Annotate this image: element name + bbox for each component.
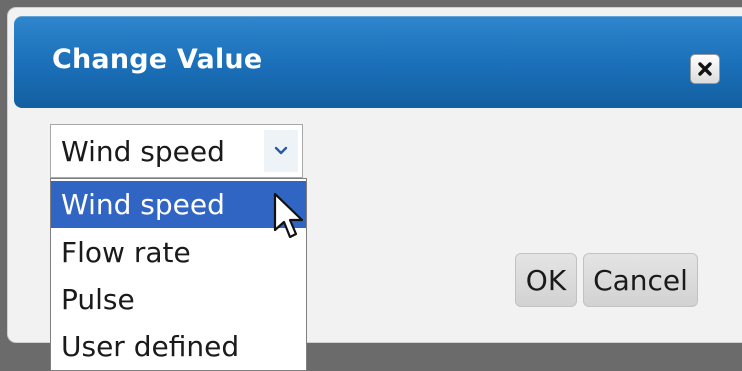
- close-button[interactable]: [690, 54, 720, 84]
- chevron-down-icon: [274, 146, 288, 155]
- ok-button[interactable]: OK: [515, 253, 577, 307]
- value-type-select[interactable]: Wind speed: [50, 124, 303, 178]
- option-pulse[interactable]: Pulse: [51, 276, 306, 323]
- option-flow-rate[interactable]: Flow rate: [51, 229, 306, 276]
- close-icon: [698, 62, 712, 76]
- dialog-titlebar: Change Value: [14, 16, 742, 108]
- mouse-pointer-icon: [273, 192, 304, 239]
- select-arrow-button[interactable]: [264, 130, 298, 172]
- option-wind-speed[interactable]: Wind speed: [51, 181, 306, 228]
- select-current-value: Wind speed: [61, 135, 225, 168]
- dialog-title: Change Value: [52, 44, 263, 75]
- select-dropdown-list: Wind speed Flow rate Pulse User defined: [50, 178, 307, 371]
- option-user-defined[interactable]: User defined: [51, 323, 306, 370]
- cancel-button[interactable]: Cancel: [583, 253, 698, 307]
